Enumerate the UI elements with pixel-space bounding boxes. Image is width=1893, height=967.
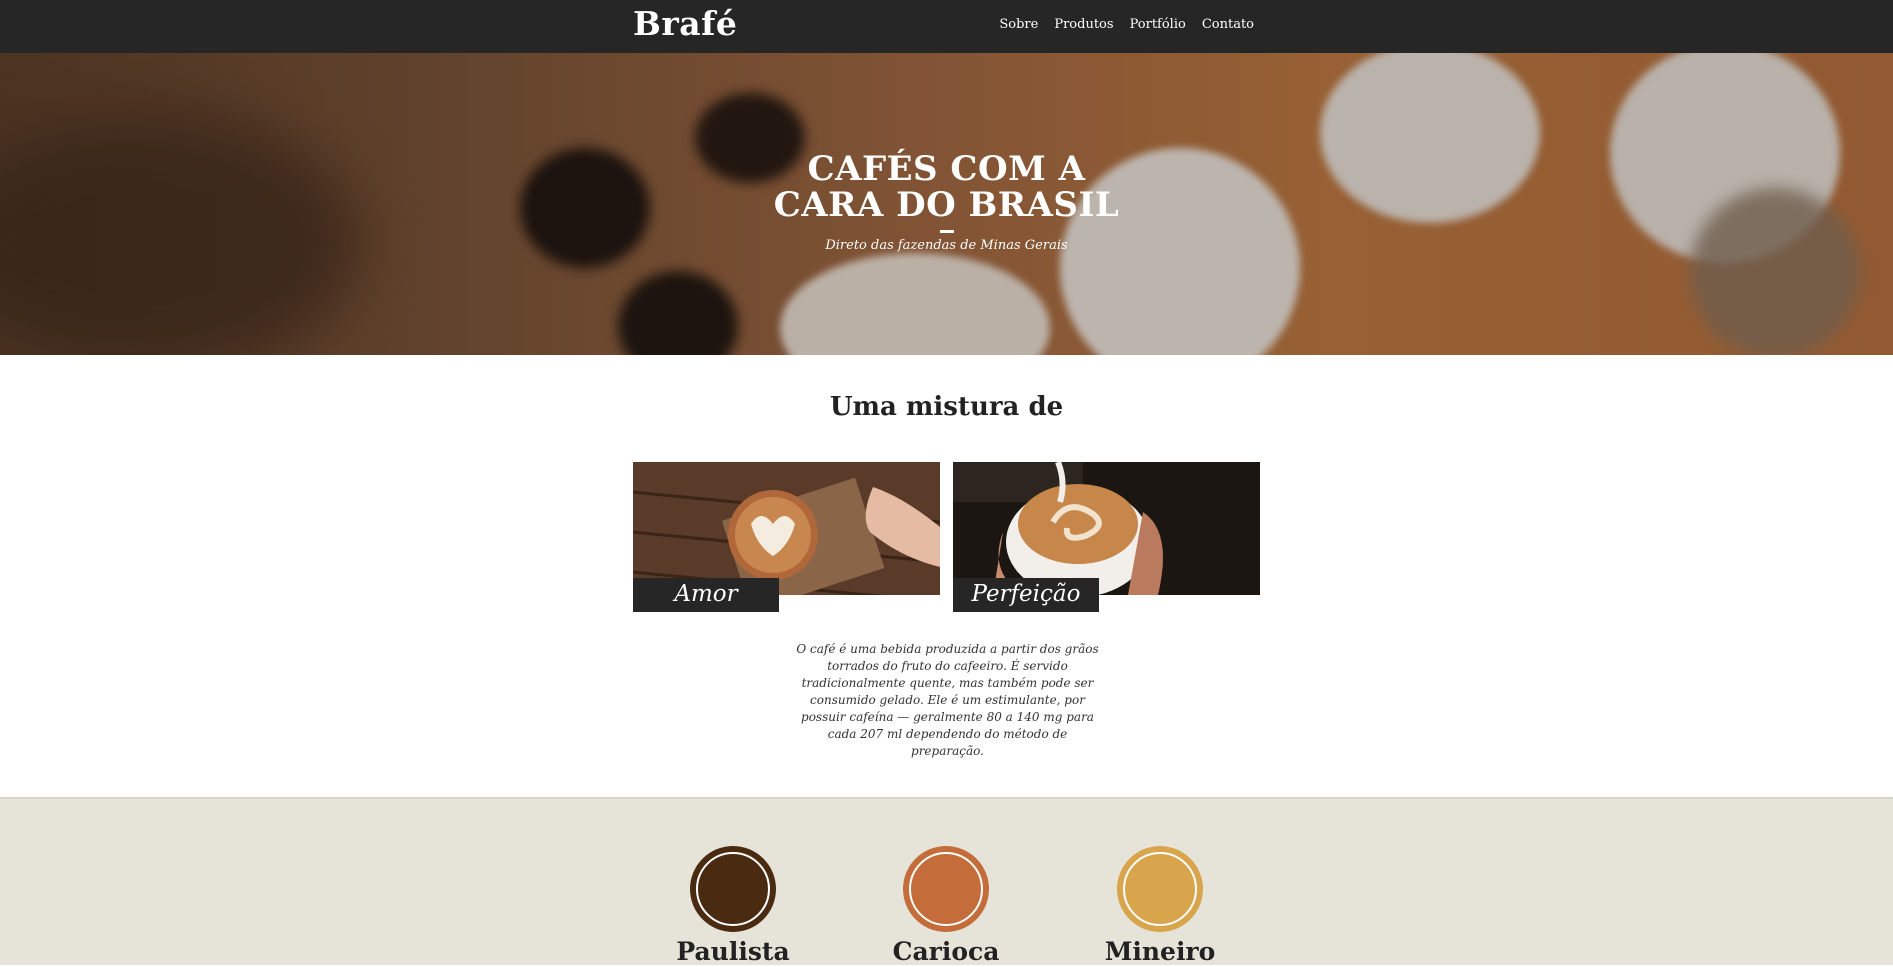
nav-link-produtos[interactable]: Produtos: [1054, 17, 1113, 32]
main-nav: Sobre Produtos Portfólio Contato: [999, 17, 1254, 32]
top-navbar: Brafé Sobre Produtos Portfólio Contato: [0, 0, 1893, 53]
navbar-container: Brafé Sobre Produtos Portfólio Contato: [633, 0, 1260, 53]
section-title: Uma mistura de: [829, 392, 1064, 422]
brand-logo[interactable]: Brafé: [633, 4, 737, 43]
flavor-color-circle: [903, 846, 989, 932]
hero-banner: CAFÉS COM A CARA DO BRASIL Direto das fa…: [0, 53, 1893, 355]
latte-art-heart-image: [633, 462, 940, 595]
flavor-color-circle: [690, 846, 776, 932]
flavor-paulista[interactable]: Paulista: [663, 846, 803, 967]
hero-title: CAFÉS COM A CARA DO BRASIL: [773, 149, 1120, 225]
latte-pour-image: [953, 462, 1260, 595]
card-image-perfeicao[interactable]: [953, 462, 1260, 595]
flavor-color-circle: [1117, 846, 1203, 932]
nav-link-contato[interactable]: Contato: [1202, 17, 1254, 32]
coffee-description: O café é uma bebida produzida a partir d…: [796, 642, 1099, 758]
hero-subtitle: Direto das fazendas de Minas Gerais: [825, 238, 1068, 253]
card-image-amor[interactable]: [633, 462, 940, 595]
card-caption-amor: Amor: [633, 578, 779, 612]
flavor-mineiro[interactable]: Mineiro: [1090, 846, 1230, 967]
caption-perfeicao-wrapper: Perfeição: [953, 578, 1099, 614]
nav-link-portfolio[interactable]: Portfólio: [1130, 17, 1186, 32]
flavor-carioca[interactable]: Carioca: [876, 846, 1016, 967]
hero-text: CAFÉS COM A CARA DO BRASIL Direto das fa…: [0, 151, 1893, 253]
hero-divider: [939, 230, 954, 233]
card-caption-perfeicao: Perfeição: [953, 578, 1099, 612]
nav-link-sobre[interactable]: Sobre: [999, 17, 1038, 32]
caption-amor-wrapper: Amor: [633, 578, 779, 614]
